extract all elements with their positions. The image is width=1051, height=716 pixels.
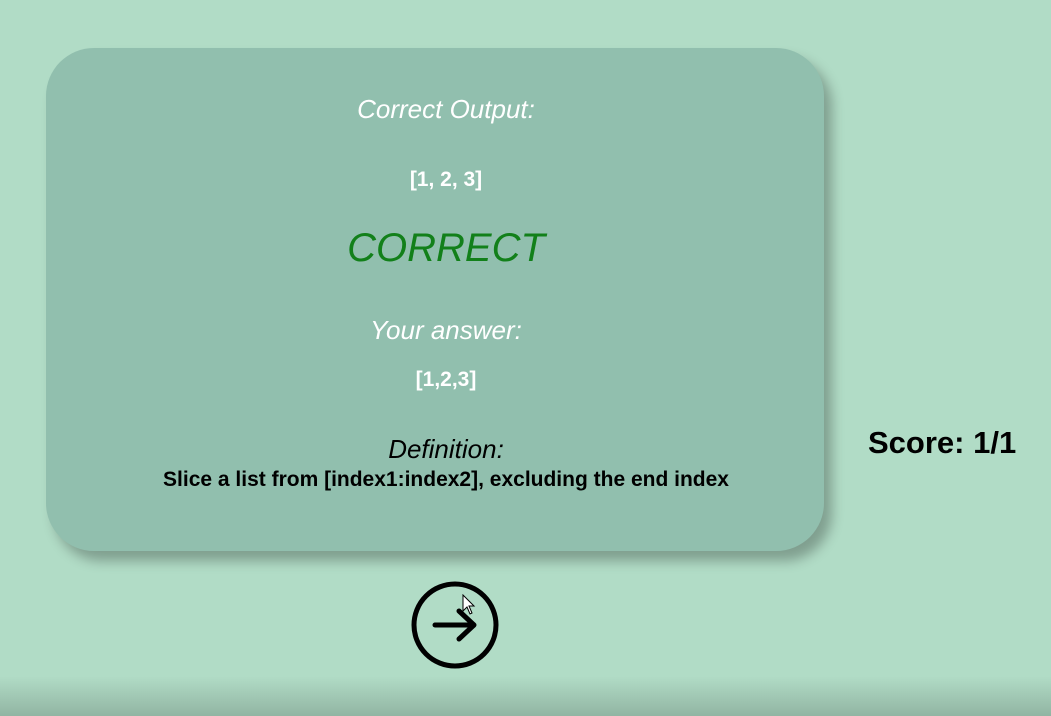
result-card: Correct Output: [1, 2, 3] CORRECT Your a… [46,48,824,551]
correct-output-label: Correct Output: [357,94,535,124]
correct-output-value: [1, 2, 3] [409,168,483,191]
mouse-pointer-icon [462,594,476,615]
score-display: Score: 1/1 [868,425,1017,460]
definition-text: Slice a list from [index1:index2], exclu… [163,468,729,491]
your-answer-value: [1,2,3] [415,368,477,391]
bottom-shade [0,676,1051,716]
arrow-right-circle-icon [411,581,499,669]
definition-label: Definition: [388,434,504,464]
next-button[interactable] [410,580,500,670]
your-answer-label: Your answer: [370,315,522,345]
result-status: CORRECT [347,226,545,270]
